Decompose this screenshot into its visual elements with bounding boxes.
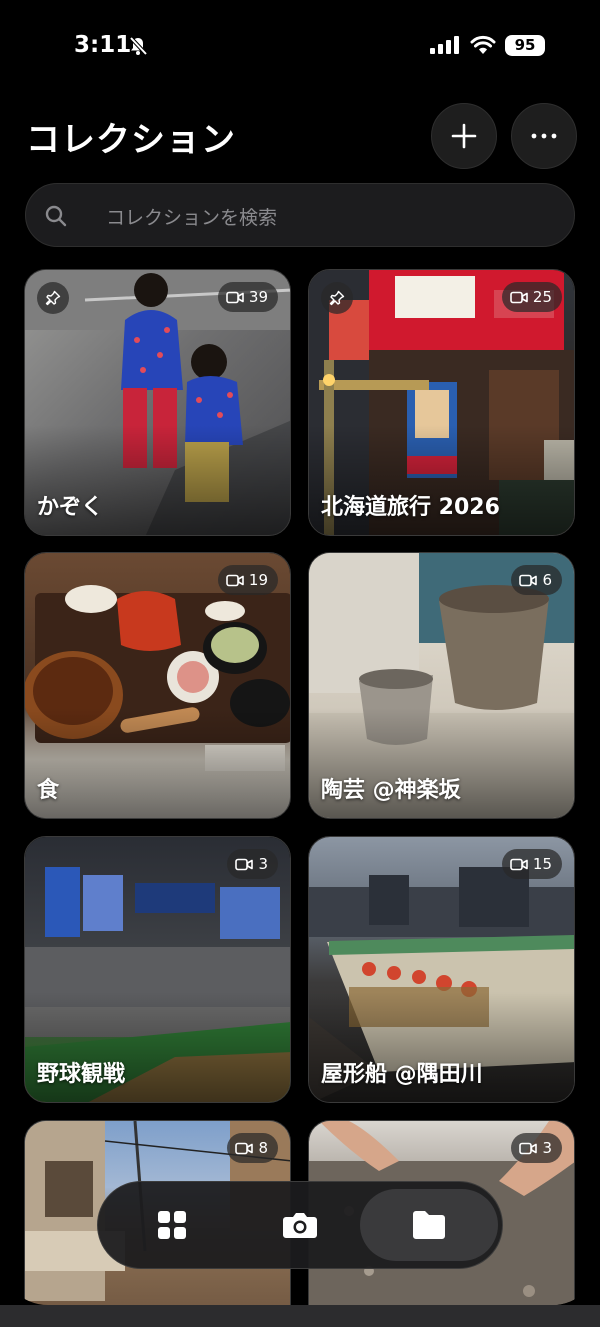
- video-icon: [519, 574, 538, 586]
- camera-icon: [283, 1213, 317, 1238]
- item-count-badge: 15: [501, 849, 562, 879]
- item-count-badge: 39: [217, 282, 278, 312]
- search-placeholder: コレクションを検索: [106, 207, 278, 229]
- bottom-tab-bar: [97, 1181, 503, 1269]
- item-count-badge: 3: [511, 1133, 562, 1163]
- item-count: 39: [248, 288, 268, 306]
- video-icon: [226, 574, 244, 586]
- collection-name: 食: [37, 778, 60, 803]
- collection-card[interactable]: 15 屋形船 @隅田川: [308, 836, 575, 1103]
- item-count-badge: 19: [217, 565, 278, 595]
- video-icon: [235, 1142, 254, 1154]
- item-count: 25: [532, 288, 552, 306]
- video-icon: [235, 858, 254, 870]
- item-count: 8: [258, 1139, 268, 1157]
- collection-name: かぞく: [37, 495, 104, 520]
- pin-icon: [321, 282, 353, 314]
- collection-name: 北海道旅行 2026: [321, 495, 500, 520]
- collection-card[interactable]: 3 野球観戦: [24, 836, 291, 1103]
- tab-library[interactable]: [130, 1189, 214, 1261]
- item-count: 3: [258, 855, 268, 873]
- collection-name: 屋形船 @隅田川: [321, 1062, 483, 1087]
- item-count: 15: [532, 855, 552, 873]
- pin-icon: [37, 282, 69, 314]
- more-options-button[interactable]: [511, 103, 577, 169]
- collection-name: 陶芸 @神楽坂: [321, 778, 461, 803]
- collection-card[interactable]: 19 食: [24, 552, 291, 819]
- search-icon: [45, 205, 67, 227]
- status-bar: 3:11 95: [0, 30, 600, 64]
- plus-icon: [451, 123, 477, 149]
- tab-camera[interactable]: [258, 1189, 342, 1261]
- collection-card[interactable]: 6 陶芸 @神楽坂: [308, 552, 575, 819]
- video-icon: [226, 291, 244, 303]
- item-count-badge: 6: [511, 565, 562, 595]
- app-screen: 3:11 95 コレクション コレクションを検索 39 かぞく 25 北海道旅行…: [0, 0, 600, 1305]
- collection-card[interactable]: 39 かぞく: [24, 269, 291, 536]
- item-count: 19: [248, 571, 268, 589]
- item-count-badge: 25: [501, 282, 562, 312]
- search-field[interactable]: コレクションを検索: [25, 183, 575, 247]
- card-gradient: [25, 708, 290, 818]
- item-count: 6: [542, 571, 552, 589]
- page-title: コレクション: [26, 120, 236, 160]
- signal-icon: [430, 36, 460, 58]
- folder-icon: [413, 1211, 445, 1239]
- item-count-badge: 3: [227, 849, 278, 879]
- grid-icon: [158, 1211, 186, 1239]
- status-time: 3:11: [74, 32, 132, 58]
- bell-muted-icon: [128, 36, 148, 60]
- add-collection-button[interactable]: [431, 103, 497, 169]
- video-icon: [519, 1142, 538, 1154]
- collection-name: 野球観戦: [37, 1062, 126, 1087]
- battery-indicator: 95: [505, 35, 545, 56]
- wifi-icon: [470, 35, 496, 59]
- ellipsis-icon: [531, 133, 557, 139]
- video-icon: [510, 291, 528, 303]
- item-count-badge: 8: [227, 1133, 278, 1163]
- item-count: 3: [542, 1139, 552, 1157]
- video-icon: [510, 858, 528, 870]
- collection-card[interactable]: 25 北海道旅行 2026: [308, 269, 575, 536]
- tab-collections[interactable]: [360, 1189, 498, 1261]
- device-bottom-edge: [0, 1305, 600, 1327]
